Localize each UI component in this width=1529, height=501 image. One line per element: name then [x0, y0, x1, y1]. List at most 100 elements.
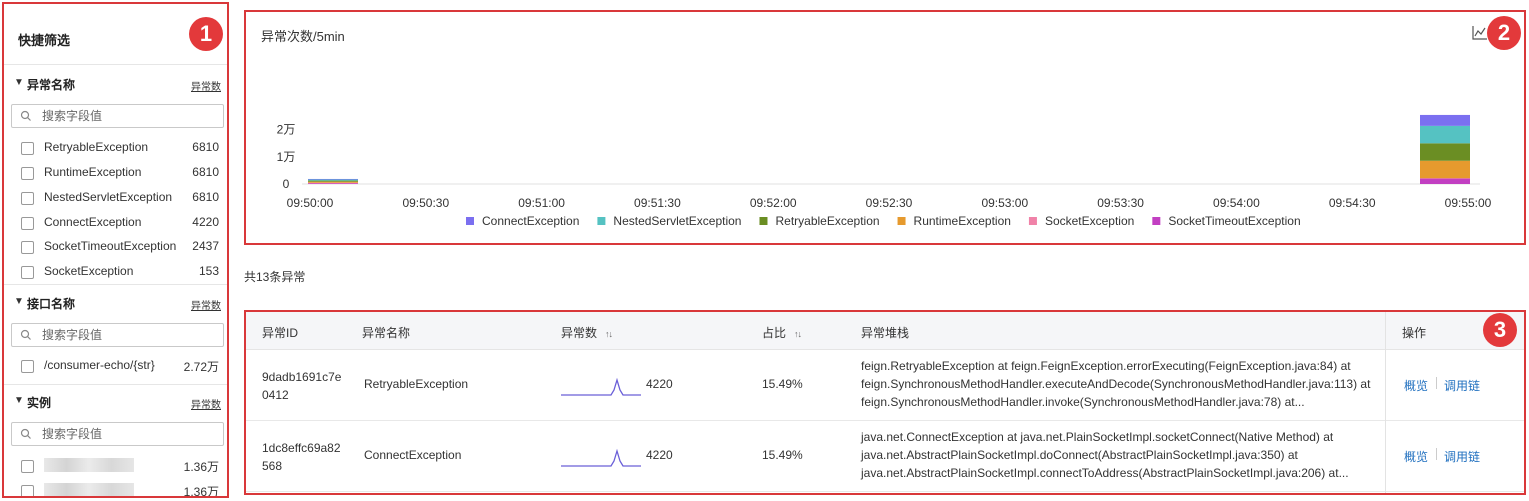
section-header[interactable]: ▼ 异常名称 异常数 — [4, 74, 227, 96]
chevron-down-icon[interactable]: ▼ — [14, 77, 24, 88]
x-tick-label: 09:52:30 — [866, 196, 913, 210]
stack-line: feign.SynchronousMethodHandler.invoke(Sy… — [861, 395, 1305, 409]
filter-option[interactable]: SocketException 153 — [4, 261, 227, 283]
legend-swatch — [1152, 217, 1161, 225]
exception-ratio: 15.49% — [762, 377, 803, 391]
checkbox[interactable] — [21, 142, 34, 155]
option-count: 6810 — [192, 165, 219, 179]
column-header-name: 异常名称 — [362, 326, 411, 340]
filter-option[interactable]: SocketTimeoutException 2437 — [4, 236, 227, 258]
bar-segment-runtimeexception — [308, 181, 358, 183]
search-icon — [20, 329, 31, 340]
sort-icon[interactable]: ↑↓ — [794, 329, 802, 339]
column-header-id: 异常ID — [262, 326, 299, 340]
option-count: 153 — [198, 264, 219, 278]
y-tick-label: 2万 — [277, 123, 296, 137]
bar-segment-runtimeexception — [1420, 160, 1470, 179]
exception-id: 1dc8effc69a82568 — [262, 441, 341, 473]
filter-option[interactable]: 1.36万 — [4, 480, 227, 496]
checkbox[interactable] — [21, 360, 34, 373]
sort-by-count-link[interactable]: 异常数 — [191, 297, 221, 312]
table-header: 异常ID 异常名称 异常数 ↑↓ 占比 ↑↓ 异常堆栈 操作 — [246, 312, 1524, 350]
option-label: NestedServletException — [44, 190, 173, 204]
search-input[interactable] — [42, 327, 212, 343]
redacted-instance-label — [44, 458, 134, 472]
divider — [4, 284, 227, 285]
quick-filter-panel: 快捷筛选 ▼ 异常名称 异常数 RetryableException 6810 … — [2, 2, 229, 498]
checkbox[interactable] — [21, 192, 34, 205]
exception-count: 4220 — [646, 448, 673, 462]
exception-name: RetryableException — [364, 377, 469, 391]
option-count: 6810 — [192, 190, 219, 204]
section-header[interactable]: ▼ 接口名称 异常数 — [4, 293, 227, 315]
column-header-actions: 操作 — [1402, 326, 1427, 340]
checkbox[interactable] — [21, 460, 34, 473]
x-tick-label: 09:55:00 — [1445, 196, 1492, 210]
exception-chart-panel: 0 1万 2万 09:50:00 09:50:30 09:51:00 09:51:30 09:… — [244, 10, 1526, 245]
exception-name: ConnectException — [364, 448, 462, 462]
section-header[interactable]: ▼ 实例 异常数 — [4, 392, 227, 414]
option-count: 4220 — [192, 215, 219, 229]
legend-label: SocketTimeoutException — [1168, 214, 1300, 228]
x-tick-label: 09:52:00 — [750, 196, 797, 210]
search-box — [11, 422, 224, 446]
stack-line: java.net.AbstractPlainSocketImpl.connect… — [861, 466, 1349, 480]
sort-by-count-link[interactable]: 异常数 — [191, 396, 221, 411]
option-label: RetryableException — [44, 140, 149, 154]
filter-option[interactable]: ConnectException 4220 — [4, 212, 227, 234]
chevron-down-icon[interactable]: ▼ — [14, 296, 24, 307]
legend-label: RuntimeException — [914, 214, 1011, 228]
option-count: 2.72万 — [183, 360, 219, 374]
option-label: RuntimeException — [44, 165, 142, 179]
exception-id: 9dadb1691c7e0412 — [262, 370, 342, 402]
sort-by-count-link[interactable]: 异常数 — [191, 78, 221, 93]
filter-option[interactable]: /consumer-echo/{str} 2.72万 — [4, 355, 227, 377]
annotation-badge-2: 2 — [1487, 16, 1521, 50]
bar-segment-connectexception — [308, 178, 358, 180]
option-count: 6810 — [192, 140, 219, 154]
divider — [4, 64, 227, 65]
column-header-ratio[interactable]: 占比 ↑↓ — [762, 324, 802, 341]
sort-icon[interactable]: ↑↓ — [605, 329, 613, 339]
option-label: SocketTimeoutException — [44, 239, 177, 253]
x-tick-label: 09:51:30 — [634, 196, 681, 210]
checkbox[interactable] — [21, 217, 34, 230]
option-label: SocketException — [44, 264, 134, 278]
exception-stack: java.net.ConnectException at java.net.Pl… — [861, 428, 1351, 482]
exception-ratio: 15.49% — [762, 448, 803, 462]
checkbox[interactable] — [21, 266, 34, 279]
bar-segment-nestedservletexception — [308, 179, 358, 181]
x-tick-label: 09:54:30 — [1329, 196, 1376, 210]
filter-panel-title: 快捷筛选 — [18, 33, 71, 48]
checkbox[interactable] — [21, 241, 34, 254]
bar-segment-nestedservletexception — [1420, 125, 1470, 144]
checkbox[interactable] — [21, 485, 34, 496]
table-row: 1dc8effc69a82568 ConnectException 4220 1… — [246, 421, 1524, 492]
search-input[interactable] — [42, 108, 212, 124]
checkbox[interactable] — [21, 167, 34, 180]
y-tick-label: 1万 — [277, 150, 296, 164]
filter-option[interactable]: NestedServletException 6810 — [4, 187, 227, 209]
search-input[interactable] — [42, 426, 212, 442]
redacted-instance-label — [44, 483, 134, 496]
overview-link[interactable]: 概览 — [1404, 448, 1428, 465]
filter-option[interactable]: RuntimeException 6810 — [4, 162, 227, 184]
column-header-count[interactable]: 异常数 ↑↓ — [561, 324, 613, 341]
exception-count: 4220 — [646, 377, 673, 391]
overview-link[interactable]: 概览 — [1404, 377, 1428, 394]
x-tick-label: 09:51:00 — [518, 196, 565, 210]
divider — [1436, 377, 1437, 389]
bar-segment-retryableexception — [308, 180, 358, 182]
filter-option[interactable]: 1.36万 — [4, 455, 227, 477]
filter-option[interactable]: RetryableException 6810 — [4, 137, 227, 159]
line-chart-icon[interactable] — [1472, 25, 1488, 41]
chart-title: 异常次数/5min — [261, 29, 345, 44]
actions-column-divider — [1385, 312, 1386, 493]
chevron-down-icon[interactable]: ▼ — [14, 395, 24, 406]
x-tick-label: 09:50:00 — [287, 196, 334, 210]
trace-link[interactable]: 调用链 — [1444, 377, 1480, 394]
trace-link[interactable]: 调用链 — [1444, 448, 1480, 465]
option-count: 2437 — [192, 239, 219, 253]
exception-stack: feign.RetryableException at feign.FeignE… — [861, 357, 1370, 411]
divider — [1436, 448, 1437, 460]
